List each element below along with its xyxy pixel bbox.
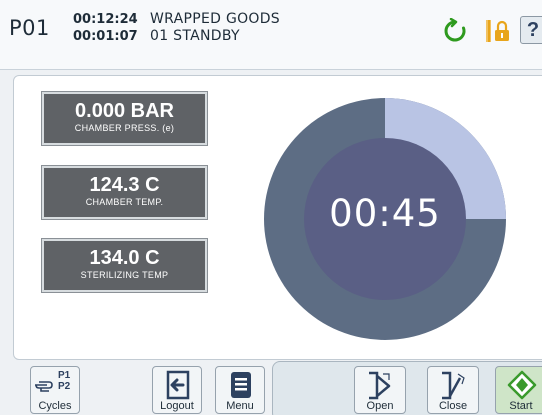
logout-door-icon bbox=[166, 370, 190, 400]
cycle-name: WRAPPED GOODS bbox=[150, 11, 280, 27]
hand-pointer-icon bbox=[35, 381, 53, 392]
elapsed-time: 00:12:24 bbox=[73, 12, 138, 27]
door-open-icon bbox=[369, 371, 391, 400]
menu-button-label: Menu bbox=[226, 400, 254, 412]
help-icon[interactable]: ? bbox=[520, 16, 542, 44]
menu-document-icon bbox=[231, 372, 251, 398]
sterilizer-screen: P01 00:12:24 00:01:07 WRAPPED GOODS 01 S… bbox=[0, 0, 542, 415]
sterilizing-temp-value: 134.0 C bbox=[89, 247, 160, 269]
cycle-info: WRAPPED GOODS 01 STANDBY bbox=[150, 11, 280, 45]
start-diamond-icon bbox=[507, 370, 537, 400]
sterilizing-temp-label: STERILIZING TEMP bbox=[80, 270, 169, 280]
open-button[interactable]: Open bbox=[354, 366, 406, 414]
status-header: P01 00:12:24 00:01:07 WRAPPED GOODS 01 S… bbox=[0, 0, 542, 70]
chamber-temp-value: 124.3 C bbox=[89, 174, 160, 196]
start-button-label: Start bbox=[509, 400, 533, 412]
refresh-icon[interactable] bbox=[442, 18, 468, 44]
program-number: P01 bbox=[9, 16, 50, 40]
chamber-pressure-label: CHAMBER PRESS. (e) bbox=[74, 123, 175, 133]
open-button-label: Open bbox=[366, 400, 394, 412]
phase-time: 00:01:07 bbox=[73, 29, 138, 44]
phase-name: 01 STANDBY bbox=[150, 28, 240, 44]
lock-icon[interactable] bbox=[485, 18, 511, 44]
logout-button-label: Logout bbox=[160, 400, 194, 412]
sterilizing-temp-gauge: 134.0 C STERILIZING TEMP bbox=[42, 239, 207, 292]
menu-button[interactable]: Menu bbox=[215, 366, 265, 414]
chamber-temp-label: CHAMBER TEMP. bbox=[85, 197, 164, 207]
cycles-button-label: Cycles bbox=[38, 400, 72, 412]
cycle-times: 00:12:24 00:01:07 bbox=[73, 11, 138, 45]
close-button[interactable]: Close bbox=[427, 366, 479, 414]
logout-button[interactable]: Logout bbox=[152, 366, 202, 414]
program-p2: P2 bbox=[58, 381, 71, 392]
cycles-programs: P1 P2 bbox=[58, 370, 70, 392]
start-button[interactable]: Start bbox=[495, 366, 542, 414]
chamber-temp-gauge: 124.3 C CHAMBER TEMP. bbox=[42, 166, 207, 219]
door-close-icon bbox=[442, 371, 465, 400]
close-button-label: Close bbox=[438, 400, 468, 412]
program-p1: P1 bbox=[58, 370, 71, 381]
cycles-button[interactable]: P1 P2 Cycles bbox=[30, 366, 80, 414]
chamber-pressure-value: 0.000 BAR bbox=[75, 100, 174, 122]
countdown-timer-text: 00:45 bbox=[329, 192, 441, 235]
chamber-pressure-gauge: 0.000 BAR CHAMBER PRESS. (e) bbox=[42, 92, 207, 145]
